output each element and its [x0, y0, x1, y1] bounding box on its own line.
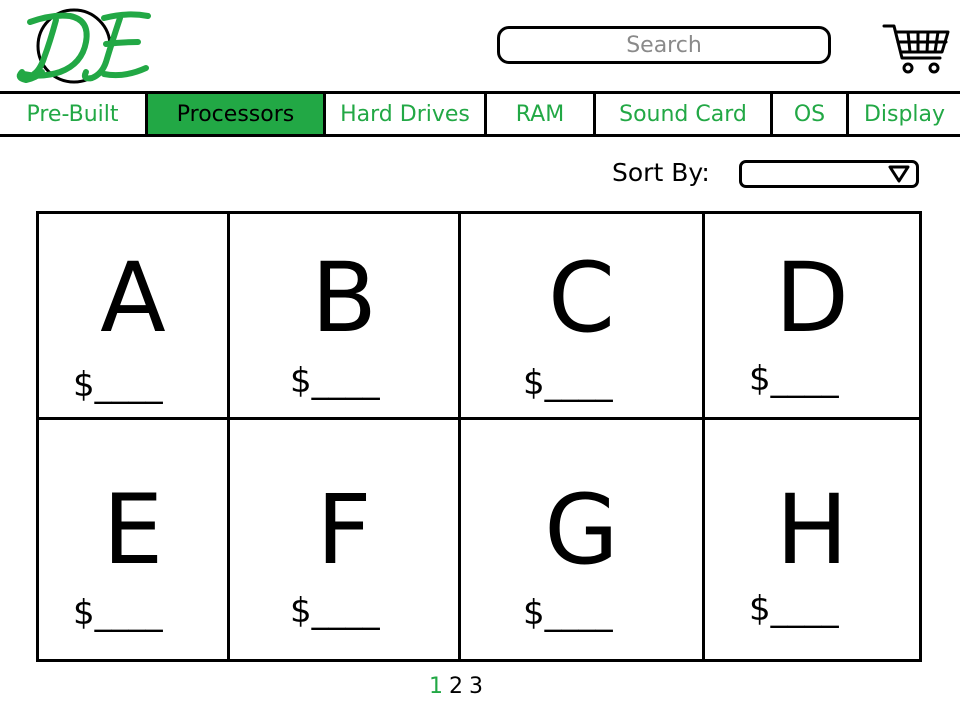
- product-price: $____: [290, 591, 380, 631]
- tab-os[interactable]: OS: [770, 94, 846, 134]
- chevron-down-icon: [888, 165, 910, 183]
- tab-hard-drives[interactable]: Hard Drives: [323, 94, 484, 134]
- product-card-d[interactable]: D $____: [705, 214, 919, 417]
- category-nav: Pre-Built Processors Hard Drives RAM Sou…: [0, 91, 960, 137]
- page-link-3[interactable]: 3: [469, 674, 483, 699]
- product-price: $____: [290, 361, 380, 401]
- product-card-b[interactable]: B $____: [230, 214, 458, 417]
- product-name: H: [775, 474, 849, 586]
- product-card-h[interactable]: H $____: [705, 420, 919, 659]
- tab-pre-built[interactable]: Pre-Built: [0, 94, 145, 134]
- product-price: $____: [73, 593, 163, 633]
- product-price: $____: [523, 593, 613, 633]
- product-price: $____: [523, 363, 613, 403]
- product-name: G: [544, 474, 619, 586]
- tab-ram[interactable]: RAM: [484, 94, 593, 134]
- product-name: A: [100, 242, 166, 354]
- product-name: B: [311, 242, 377, 354]
- tab-display[interactable]: Display: [846, 94, 960, 134]
- product-name: D: [775, 242, 849, 354]
- tab-processors[interactable]: Processors: [145, 94, 323, 134]
- pagination: 1 2 3: [429, 674, 483, 699]
- page-link-2[interactable]: 2: [449, 674, 463, 699]
- product-price: $____: [749, 589, 839, 629]
- product-name: F: [316, 474, 372, 586]
- search-box[interactable]: [497, 26, 831, 64]
- product-card-c[interactable]: C $____: [461, 214, 702, 417]
- sort-label: Sort By:: [612, 158, 710, 187]
- product-card-g[interactable]: G $____: [461, 420, 702, 659]
- sort-dropdown[interactable]: [739, 160, 919, 188]
- product-name: E: [102, 474, 164, 586]
- product-grid: A $____ B $____ C $____ D $____ E $____ …: [36, 211, 922, 662]
- product-price: $____: [73, 365, 163, 405]
- tab-sound-card[interactable]: Sound Card: [593, 94, 770, 134]
- search-input[interactable]: [500, 31, 828, 59]
- product-price: $____: [749, 359, 839, 399]
- product-card-a[interactable]: A $____: [39, 214, 227, 417]
- product-name: C: [547, 242, 616, 354]
- logo: DF: [16, 8, 151, 84]
- product-card-e[interactable]: E $____: [39, 420, 227, 659]
- page-link-1[interactable]: 1: [429, 674, 443, 699]
- cart-icon[interactable]: [882, 20, 952, 76]
- product-card-f[interactable]: F $____: [230, 420, 458, 659]
